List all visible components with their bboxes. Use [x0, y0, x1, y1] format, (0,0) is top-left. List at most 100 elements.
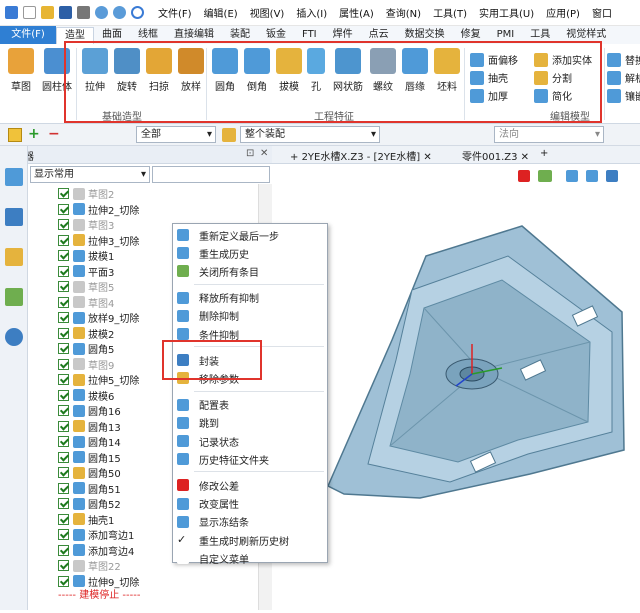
new-file-icon[interactable]	[23, 6, 36, 19]
context-menu-item[interactable]: 删除抑制	[173, 307, 327, 325]
tree-item[interactable]: 圆角51	[58, 481, 121, 496]
tree-item[interactable]: 圆角52	[58, 496, 121, 511]
tree-item[interactable]: 圆角16	[58, 403, 121, 418]
checkbox[interactable]	[58, 420, 69, 432]
view-icon[interactable]	[4, 288, 23, 306]
context-menu-item[interactable]: 修改公差	[173, 476, 327, 494]
add-icon[interactable]: +	[28, 127, 42, 142]
checkbox[interactable]	[58, 343, 69, 354]
tree-item[interactable]: 平面3	[58, 264, 114, 279]
checkbox[interactable]	[58, 265, 69, 277]
tree-item[interactable]: 圆角15	[58, 450, 121, 465]
context-menu-item[interactable]: 改变属性	[173, 495, 327, 513]
tree-item[interactable]: 圆角5	[58, 341, 114, 356]
checkbox[interactable]	[58, 482, 69, 494]
context-menu-item[interactable]: 自定义菜单	[173, 549, 327, 567]
checkbox[interactable]	[58, 203, 69, 215]
menu-view[interactable]: 视图(V)	[250, 5, 285, 20]
context-menu-item[interactable]: 重生成历史	[173, 244, 327, 262]
tree-item[interactable]: 草图5	[58, 279, 114, 294]
select-icon[interactable]	[131, 6, 144, 19]
checkbox[interactable]	[58, 451, 69, 463]
checkbox[interactable]	[58, 358, 69, 370]
tree-item[interactable]: 拉伸5_切除	[58, 372, 139, 387]
history-tree-icon[interactable]	[4, 168, 23, 186]
context-menu-item[interactable]: 关闭所有条目	[173, 262, 327, 280]
menu-attribute[interactable]: 属性(A)	[339, 5, 374, 20]
save-icon[interactable]	[59, 6, 72, 19]
tree-item[interactable]: 拉伸2_切除	[58, 202, 139, 217]
print-icon[interactable]	[77, 6, 90, 19]
context-menu-item[interactable]: 释放所有抑制	[173, 289, 327, 307]
menu-insert[interactable]: 插入(I)	[296, 5, 327, 20]
context-menu-item[interactable]: 配置表	[173, 396, 327, 414]
redo-icon[interactable]	[113, 6, 126, 19]
tree-item[interactable]: 拔模6	[58, 388, 114, 403]
menu-application[interactable]: 应用(P)	[546, 5, 580, 20]
tree-item[interactable]: 草图9	[58, 357, 114, 372]
tree-item[interactable]: 草图4	[58, 295, 114, 310]
checkbox[interactable]	[58, 250, 69, 261]
assembly-select[interactable]: 整个装配 ▾	[240, 126, 380, 143]
tab-file[interactable]: 文件(F)	[0, 26, 56, 44]
checkbox[interactable]	[58, 374, 69, 385]
checkbox[interactable]	[58, 498, 69, 509]
checkbox[interactable]	[58, 513, 69, 525]
context-menu-item[interactable]: 记录状态	[173, 432, 327, 450]
pick-filter-icon[interactable]	[8, 128, 22, 142]
tree-item[interactable]: 拉伸3_切除	[58, 233, 139, 248]
tree-item[interactable]: 添加弯边1	[58, 527, 134, 542]
tab-document-sink[interactable]: + 2YE水槽X.Z3 - [2YE水槽] ✕	[290, 148, 432, 163]
checkbox[interactable]	[58, 312, 69, 323]
exit-icon[interactable]	[518, 170, 530, 182]
context-menu-item[interactable]: 显示冻结条	[173, 513, 327, 531]
emboss-button[interactable]: 镶嵌	[607, 88, 640, 103]
tree-item[interactable]: 圆角50	[58, 465, 121, 480]
tab-document-part[interactable]: 零件001.Z3 ✕	[462, 148, 529, 163]
menu-file[interactable]: 文件(F)	[158, 5, 192, 20]
checkbox[interactable]	[58, 529, 69, 540]
direction-select[interactable]: 法向 ▾	[494, 126, 604, 143]
menu-tools[interactable]: 工具(T)	[433, 5, 467, 20]
tree-item[interactable]: 草图2	[58, 186, 114, 201]
checkbox[interactable]	[58, 436, 69, 447]
menu-edit[interactable]: 编辑(E)	[204, 5, 238, 20]
checkbox[interactable]	[58, 575, 69, 587]
view-cube-icon[interactable]	[586, 170, 598, 182]
user-icon[interactable]	[4, 328, 23, 346]
tree-item[interactable]: 草图22	[58, 558, 121, 573]
tree-item[interactable]: 放样9_切除	[58, 310, 139, 325]
sketch-button[interactable]: 草图	[6, 48, 36, 93]
filter-select[interactable]: 全部 ▾	[136, 126, 216, 143]
context-menu-item[interactable]: ✓ 重生成时刷新历史树	[173, 531, 327, 549]
context-menu-item[interactable]: 跳到	[173, 414, 327, 432]
tree-item[interactable]: 圆角13	[58, 419, 121, 434]
context-menu-item[interactable]: 历史特征文件夹	[173, 450, 327, 468]
new-tab-button[interactable]: +	[540, 148, 548, 159]
menu-window[interactable]: 窗口	[592, 5, 612, 20]
render-mode-icon[interactable]	[538, 170, 552, 182]
pin-icon[interactable]: ⊡	[246, 148, 254, 159]
undo-icon[interactable]	[95, 6, 108, 19]
checkbox[interactable]	[58, 560, 69, 571]
tree-search-input[interactable]	[152, 166, 270, 183]
tree-filter-select[interactable]: 显示常用 ▾	[30, 166, 150, 183]
checkbox[interactable]	[58, 296, 69, 308]
part-library-icon[interactable]	[4, 248, 23, 266]
checkbox[interactable]	[58, 219, 69, 230]
tree-item[interactable]: 拔模2	[58, 326, 114, 341]
tree-item[interactable]: 草图3	[58, 217, 114, 232]
checkbox[interactable]	[58, 234, 69, 246]
tree-item[interactable]: 添加弯边4	[58, 543, 134, 558]
replace-button[interactable]: 替换	[607, 52, 640, 67]
close-icon[interactable]: ✕	[260, 148, 268, 159]
open-file-icon[interactable]	[41, 6, 54, 19]
checkbox[interactable]	[58, 188, 69, 199]
assembly-tree-icon[interactable]	[4, 208, 23, 226]
tree-item[interactable]: 圆角14	[58, 434, 121, 449]
shading-icon[interactable]	[606, 170, 618, 182]
tree-item[interactable]: 拔模1	[58, 248, 114, 263]
menu-utility[interactable]: 实用工具(U)	[479, 5, 534, 20]
analyze-button[interactable]: 解析	[607, 70, 640, 85]
tree-item[interactable]: 抽壳1	[58, 512, 114, 527]
